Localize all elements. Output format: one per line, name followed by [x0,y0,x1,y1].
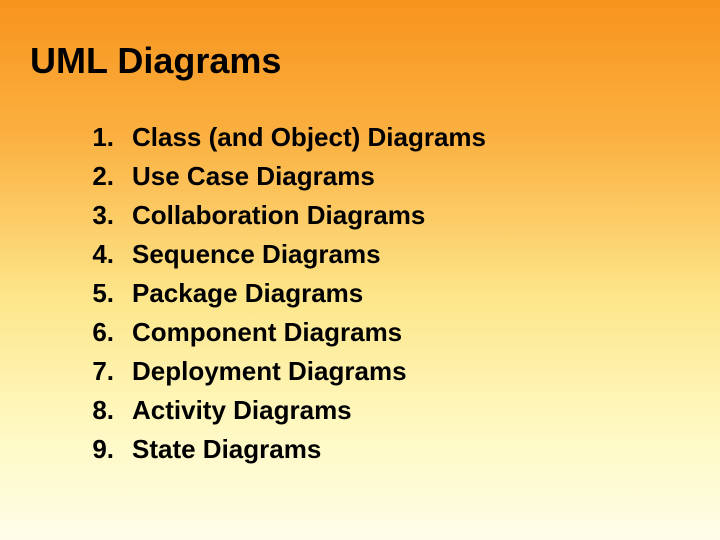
slide: UML Diagrams 1. Class (and Object) Diagr… [0,0,720,540]
list-text: Use Case Diagrams [132,161,690,192]
list-number: 4. [90,239,132,270]
slide-title: UML Diagrams [30,40,690,82]
diagram-list: 1. Class (and Object) Diagrams 2. Use Ca… [30,122,690,465]
list-text: Deployment Diagrams [132,356,690,387]
list-text: Activity Diagrams [132,395,690,426]
list-text: State Diagrams [132,434,690,465]
list-item: 5. Package Diagrams [90,278,690,309]
list-number: 1. [90,122,132,153]
list-item: 2. Use Case Diagrams [90,161,690,192]
list-text: Package Diagrams [132,278,690,309]
list-number: 5. [90,278,132,309]
list-text: Component Diagrams [132,317,690,348]
list-item: 3. Collaboration Diagrams [90,200,690,231]
list-item: 1. Class (and Object) Diagrams [90,122,690,153]
list-number: 9. [90,434,132,465]
list-number: 2. [90,161,132,192]
list-number: 8. [90,395,132,426]
list-item: 8. Activity Diagrams [90,395,690,426]
list-item: 9. State Diagrams [90,434,690,465]
list-text: Class (and Object) Diagrams [132,122,690,153]
list-text: Sequence Diagrams [132,239,690,270]
list-item: 6. Component Diagrams [90,317,690,348]
list-text: Collaboration Diagrams [132,200,690,231]
list-number: 6. [90,317,132,348]
list-item: 7. Deployment Diagrams [90,356,690,387]
list-item: 4. Sequence Diagrams [90,239,690,270]
list-number: 7. [90,356,132,387]
list-number: 3. [90,200,132,231]
